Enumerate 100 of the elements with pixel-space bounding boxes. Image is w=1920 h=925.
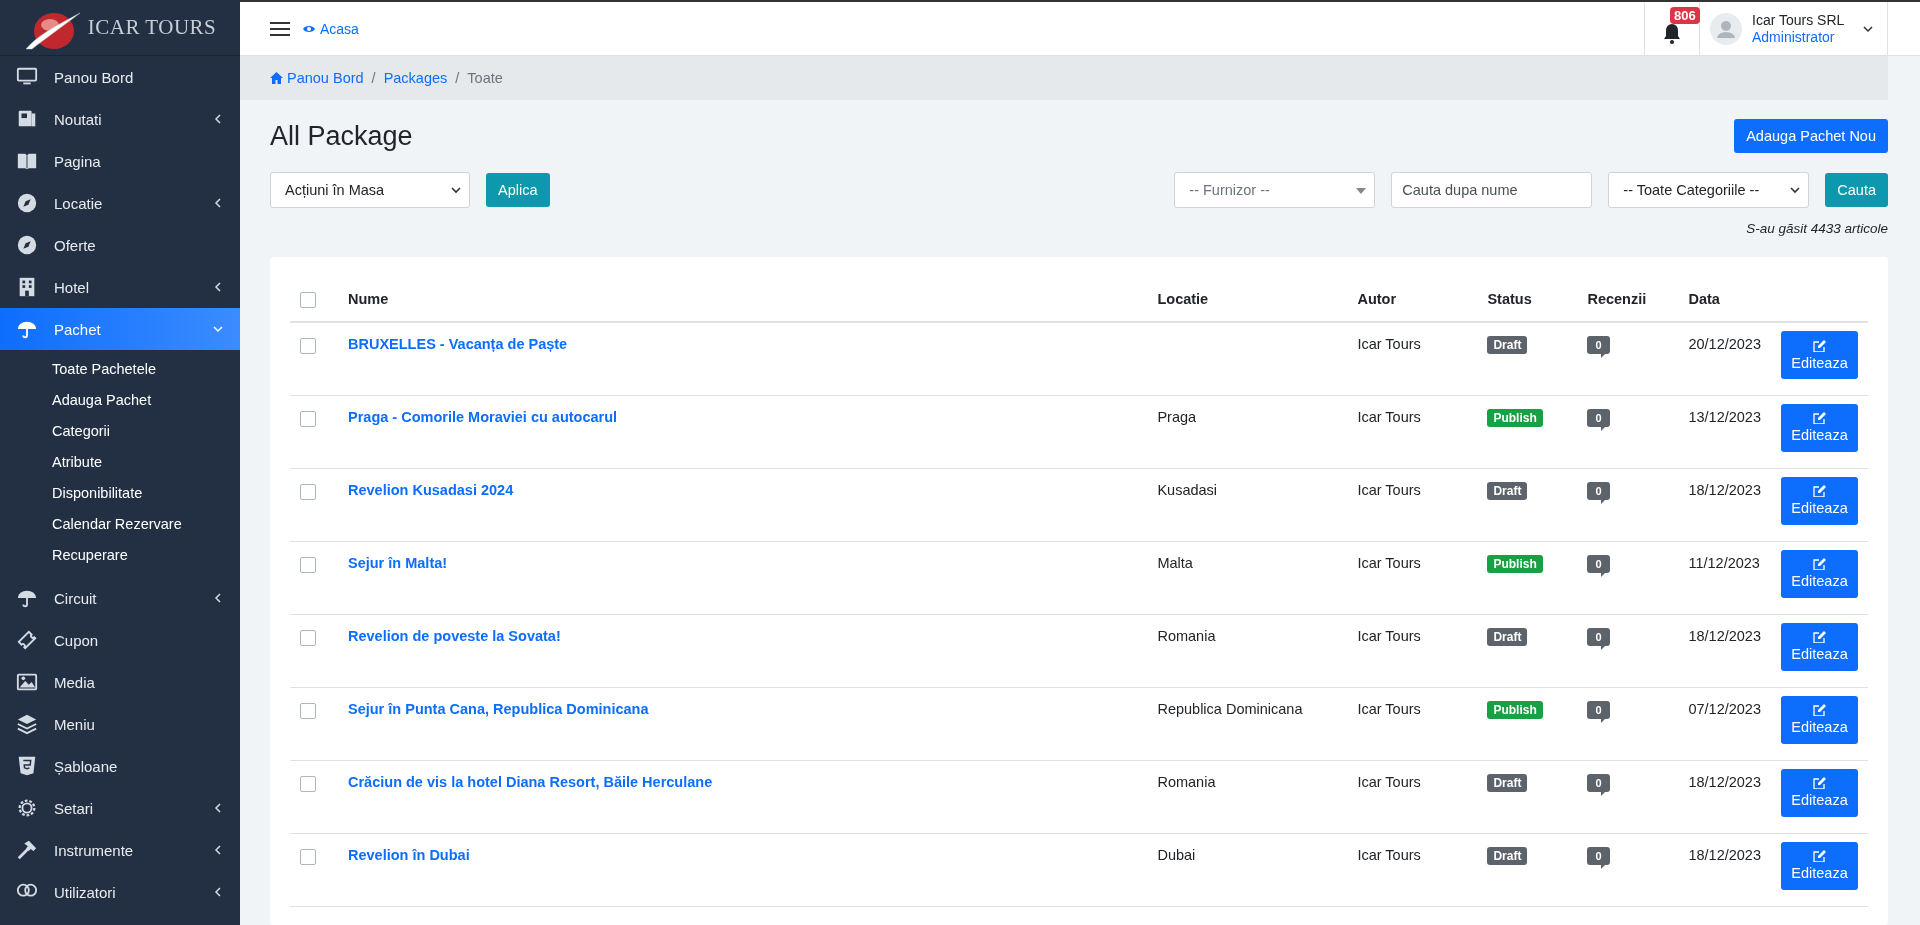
status-badge: Publish	[1487, 554, 1543, 573]
submenu-item[interactable]: Recuperare	[0, 540, 240, 571]
caret-icon	[1790, 186, 1801, 194]
package-name-link[interactable]: Sejur în Malta!	[348, 554, 448, 571]
caret-icon	[1863, 24, 1873, 33]
supplier-select[interactable]: -- Furnizor --	[1174, 172, 1376, 208]
sidebar-item[interactable]: Meniu	[0, 703, 240, 745]
row-checkbox[interactable]	[300, 338, 316, 354]
package-name-link[interactable]: Crăciun de vis la hotel Diana Resort, Băile Herculane	[348, 773, 713, 790]
select-all-checkbox[interactable]	[300, 292, 316, 308]
category-select[interactable]: -- Toate Categoriile --	[1608, 172, 1810, 208]
status-badge: Draft	[1487, 773, 1528, 792]
user-menu[interactable]: Icar Tours SRL Administrator	[1700, 1, 1888, 56]
table-cell: Dubai	[1157, 846, 1196, 863]
table-cell: Icar Tours	[1357, 700, 1421, 717]
row-checkbox[interactable]	[300, 702, 316, 719]
table-cell: Kusadasi	[1157, 481, 1218, 498]
table-cell: 18/12/2023	[1688, 627, 1761, 644]
bulk-action-select[interactable]: Acțiuni în Masa	[270, 172, 470, 208]
table-cell: Romania	[1157, 627, 1216, 644]
home-link[interactable]: Acasa	[302, 20, 359, 37]
breadcrumb-item[interactable]: Panou Bord	[270, 70, 364, 86]
edit-button[interactable]: Editeaza	[1781, 549, 1858, 598]
submenu-item[interactable]: Atribute	[0, 447, 240, 478]
chevron-left-icon	[212, 197, 224, 209]
notification-count: 806	[1670, 6, 1700, 24]
user-role: Administrator	[1752, 28, 1836, 46]
edit-icon	[1813, 485, 1826, 497]
package-name-link[interactable]: Revelion de poveste la Sovata!	[348, 627, 561, 644]
add-package-button[interactable]: Adauga Pachet Nou	[1734, 119, 1888, 153]
edit-button[interactable]: Editeaza	[1781, 695, 1858, 744]
package-name-link[interactable]: Revelion în Dubai	[348, 846, 470, 863]
column-header: Nume	[338, 277, 1148, 322]
table-cell: 20/12/2023	[1688, 336, 1761, 352]
table-cell: 18/12/2023	[1688, 846, 1761, 863]
breadcrumb-separator: /	[371, 70, 376, 86]
search-field[interactable]: Cauta dupa nume	[1391, 172, 1593, 208]
chevron-left-icon	[212, 802, 224, 814]
row-checkbox[interactable]	[300, 556, 316, 573]
sidebar-item[interactable]: Media	[0, 661, 240, 703]
notification-bell-icon[interactable]	[1662, 21, 1682, 44]
edit-icon	[1813, 704, 1826, 716]
edit-button[interactable]: Editeaza	[1781, 768, 1858, 817]
table-cell: Icar Tours	[1357, 773, 1421, 790]
sidebar-item[interactable]: Pagina	[0, 140, 240, 182]
gear-icon	[16, 797, 38, 819]
chevron-left-icon	[212, 281, 224, 293]
edit-button[interactable]: Editeaza	[1781, 403, 1858, 452]
row-checkbox[interactable]	[300, 775, 316, 792]
sidebar-item[interactable]: Șabloane	[0, 745, 240, 787]
column-header: Status	[1477, 277, 1578, 322]
sidebar-item[interactable]: Oferte	[0, 224, 240, 266]
breadcrumb-separator: /	[455, 70, 460, 86]
edit-icon	[1813, 558, 1826, 570]
compass-icon	[16, 234, 38, 256]
sidebar-item[interactable]: Circuit	[0, 577, 240, 619]
row-checkbox[interactable]	[300, 629, 316, 646]
html5-icon	[16, 755, 38, 777]
package-name-link[interactable]: Praga - Comorile Moraviei cu autocarul	[348, 408, 618, 425]
menu-icon[interactable]	[270, 20, 290, 37]
row-checkbox[interactable]	[300, 848, 316, 865]
caret-icon	[451, 186, 461, 194]
column-header: Recenzii	[1577, 277, 1679, 322]
breadcrumb-item[interactable]: Packages	[383, 70, 448, 86]
edit-button[interactable]: Editeaza	[1781, 622, 1858, 671]
sidebar-item[interactable]: Utilizatori	[0, 871, 240, 913]
package-name-link[interactable]: Revelion Kusadasi 2024	[348, 481, 514, 498]
image-icon	[16, 671, 38, 693]
table-cell: Icar Tours	[1357, 627, 1421, 644]
submenu-item[interactable]: Calendar Rezervare	[0, 509, 240, 540]
sidebar-item[interactable]: Noutati	[0, 98, 240, 140]
ticket-icon	[16, 629, 38, 651]
sidebar-item[interactable]: Panou Bord	[0, 56, 240, 98]
caret-icon	[1356, 186, 1367, 194]
table-cell: Praga	[1157, 408, 1197, 425]
submenu-item[interactable]: Toate Pachetele	[0, 354, 240, 385]
submenu-item[interactable]: Disponibilitate	[0, 478, 240, 509]
column-header: Autor	[1347, 277, 1478, 322]
status-badge: Publish	[1487, 408, 1543, 427]
row-checkbox[interactable]	[300, 410, 316, 427]
status-badge: Draft	[1487, 627, 1528, 646]
sidebar-item[interactable]: Setari	[0, 787, 240, 829]
submenu-item[interactable]: Categorii	[0, 416, 240, 447]
breadcrumb-item: Toate	[467, 70, 503, 86]
avatar-icon	[1710, 12, 1742, 45]
sidebar-item[interactable]: Cupon	[0, 619, 240, 661]
edit-icon	[1813, 631, 1826, 643]
row-checkbox[interactable]	[300, 483, 316, 500]
submenu-item[interactable]: Adauga Pachet	[0, 385, 240, 416]
sidebar-item[interactable]: Instrumente	[0, 829, 240, 871]
sidebar-item[interactable]: Hotel	[0, 266, 240, 308]
sidebar-item[interactable]: Locatie	[0, 182, 240, 224]
layers-icon	[16, 713, 38, 735]
package-name-link[interactable]: Sejur în Punta Cana, Republica Dominicana	[348, 700, 649, 717]
package-name-link[interactable]: BRUXELLES - Vacanța de Paște	[348, 336, 568, 352]
sidebar-item[interactable]: Pachet	[0, 308, 240, 350]
edit-button[interactable]: Editeaza	[1781, 476, 1858, 525]
edit-button[interactable]: Editeaza	[1781, 331, 1858, 379]
edit-button[interactable]: Editeaza	[1781, 841, 1858, 890]
status-badge: Draft	[1487, 846, 1528, 865]
